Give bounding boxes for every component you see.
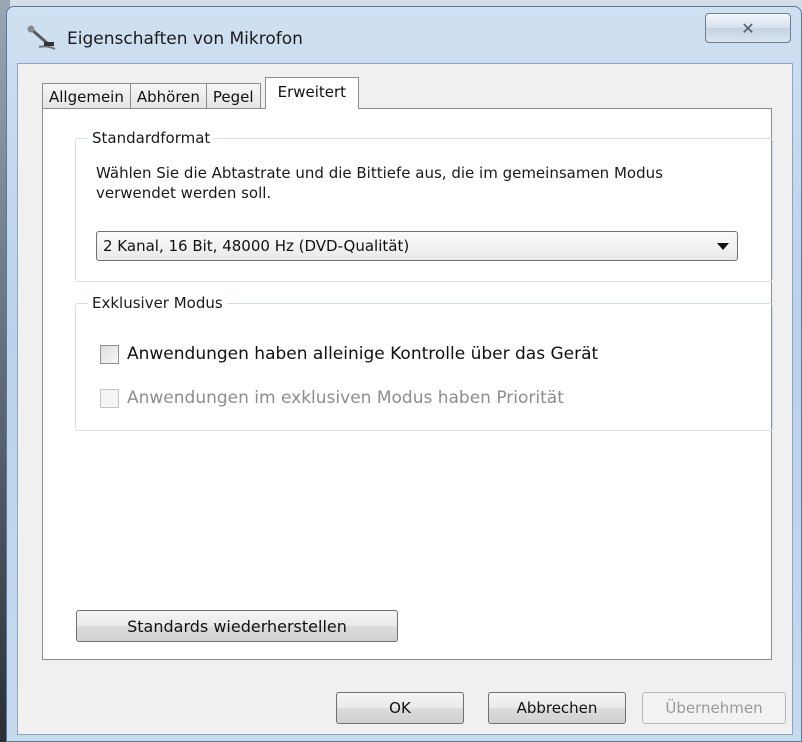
microphone-icon xyxy=(27,25,56,50)
format-dropdown[interactable]: 2 Kanal, 16 Bit, 48000 Hz (DVD-Qualität) xyxy=(96,231,738,261)
allow-exclusive-checkbox[interactable] xyxy=(100,344,119,364)
standardformat-group: Standardformat Wählen Sie die Abtastrate… xyxy=(75,129,773,282)
exclusive-priority-checkbox xyxy=(100,388,119,408)
properties-dialog: Eigenschaften von Mikrofon ✕ Allgemein A… xyxy=(6,6,802,742)
close-icon: ✕ xyxy=(741,18,755,38)
ok-button[interactable]: OK xyxy=(336,692,464,724)
tab-allgemein[interactable]: Allgemein xyxy=(42,83,131,109)
apply-button: Übernehmen xyxy=(642,692,786,724)
exclusive-priority-checkbox-row: Anwendungen im exklusiven Modus haben Pr… xyxy=(100,388,564,408)
tab-abhoeren[interactable]: Abhören xyxy=(129,83,207,109)
exclusive-priority-label: Anwendungen im exklusiven Modus haben Pr… xyxy=(127,388,564,408)
format-dropdown-value: 2 Kanal, 16 Bit, 48000 Hz (DVD-Qualität) xyxy=(103,237,410,255)
exclusive-mode-group-label: Exklusiver Modus xyxy=(88,294,227,312)
window-title: Eigenschaften von Mikrofon xyxy=(67,29,303,49)
standardformat-description: Wählen Sie die Abtastrate und die Bittie… xyxy=(96,164,663,202)
tab-pegel[interactable]: Pegel xyxy=(205,83,261,109)
tab-panel-erweitert: Standardformat Wählen Sie die Abtastrate… xyxy=(42,108,773,660)
exclusive-mode-group: Exklusiver Modus Anwendungen haben allei… xyxy=(75,294,773,431)
dialog-client-area: Allgemein Abhören Pegel Erweitert Standa… xyxy=(17,63,793,735)
standardformat-group-label: Standardformat xyxy=(88,129,215,147)
close-button[interactable]: ✕ xyxy=(705,13,791,43)
chevron-down-icon xyxy=(717,243,729,250)
restore-defaults-button[interactable]: Standards wiederherstellen xyxy=(76,610,398,642)
allow-exclusive-label: Anwendungen haben alleinige Kontrolle üb… xyxy=(127,344,599,364)
tab-erweitert[interactable]: Erweitert xyxy=(264,77,360,109)
allow-exclusive-checkbox-row[interactable]: Anwendungen haben alleinige Kontrolle üb… xyxy=(100,344,598,364)
title-bar[interactable]: Eigenschaften von Mikrofon ✕ xyxy=(7,7,801,63)
tab-strip: Allgemein Abhören Pegel Erweitert xyxy=(42,77,360,109)
cancel-button[interactable]: Abbrechen xyxy=(488,692,626,724)
